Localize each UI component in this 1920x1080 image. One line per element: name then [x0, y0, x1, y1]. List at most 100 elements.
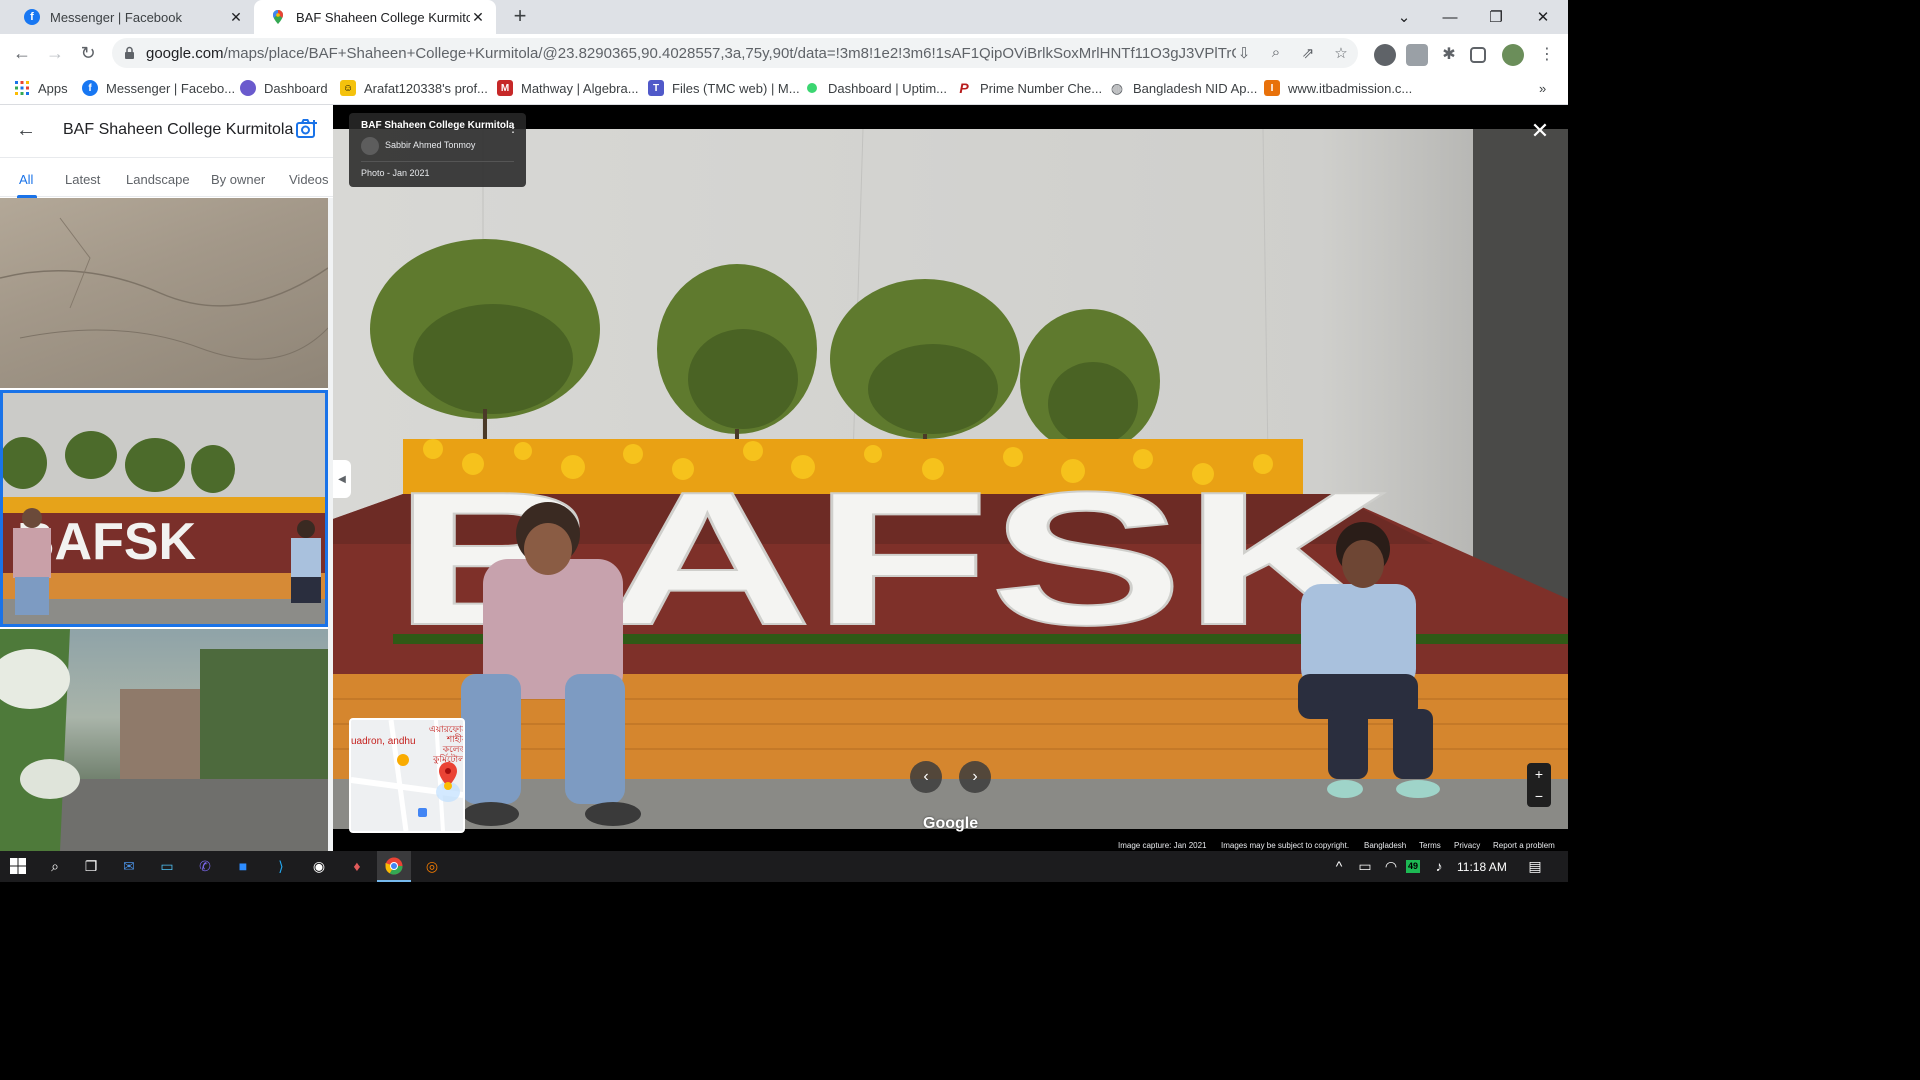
clock-time[interactable]: 11:18 AM [1457, 860, 1507, 874]
blender-icon[interactable]: ◎ [421, 855, 443, 877]
volume-icon[interactable]: ♪ [1428, 855, 1450, 877]
battery-icon[interactable]: ▭ [1354, 855, 1376, 877]
bookmark-uptime[interactable]: Dashboard | Uptim... [804, 78, 947, 98]
tab-search-icon[interactable]: ⌄ [1381, 0, 1427, 34]
bookmark-arafat[interactable]: ☺ Arafat120338's prof... [340, 78, 488, 98]
wifi-icon[interactable]: ◠ [1380, 855, 1402, 877]
bookmark-nid[interactable]: ◍ Bangladesh NID Ap... [1109, 78, 1257, 98]
close-tab-icon[interactable]: ✕ [228, 9, 244, 26]
itb-icon: I [1264, 80, 1280, 96]
facebook-icon: f [82, 80, 98, 96]
bookmarks-overflow-button[interactable]: » [1539, 78, 1546, 98]
windows-start-icon[interactable] [7, 855, 29, 877]
bookmark-apps[interactable]: Apps [14, 78, 68, 98]
lock-icon[interactable] [124, 46, 136, 60]
bookmark-star-icon[interactable]: ☆ [1331, 44, 1351, 64]
bookmark-dashboard[interactable]: Dashboard [240, 78, 328, 98]
report-problem-link[interactable]: Report a problem [1493, 841, 1555, 850]
maps-pin-icon [270, 9, 286, 25]
bookmark-mathway[interactable]: M Mathway | Algebra... [497, 78, 639, 98]
more-options-icon[interactable]: ⋮ [507, 121, 519, 137]
desktop-app-icon[interactable]: ▭ [156, 855, 178, 877]
vscode-icon[interactable]: ⟩ [270, 855, 292, 877]
tab-title: Messenger | Facebook [50, 9, 182, 25]
bookmark-label: Apps [38, 80, 68, 96]
photo-viewer: BAFSK BAF Shaheen College Kurmitola ⋮ Sa… [333, 105, 1568, 851]
notification-icon[interactable]: ▤ [1524, 855, 1546, 877]
tab-by-owner[interactable]: By owner [211, 172, 265, 187]
mail-app-icon[interactable]: ✉ [118, 855, 140, 877]
zoom-icon[interactable]: ⌕ [1266, 44, 1286, 64]
country-link[interactable]: Bangladesh [1364, 841, 1406, 850]
image-capture-text: Image capture: Jan 2021 [1118, 841, 1207, 850]
reload-icon[interactable]: ↻ [76, 41, 100, 65]
tab-videos[interactable]: Videos [289, 172, 329, 187]
bookmark-label: Mathway | Algebra... [521, 80, 639, 96]
show-hidden-icons-icon[interactable]: ^ [1328, 855, 1350, 877]
tab-latest[interactable]: Latest [65, 172, 100, 187]
zoom-out-button[interactable]: − [1527, 785, 1551, 807]
previous-photo-button[interactable]: ‹ [910, 761, 942, 793]
mini-map[interactable]: এয়ারফোর্স শাহীন কলেজ কুর্মিটোলা uadron,… [349, 718, 465, 833]
collapse-panel-button[interactable]: ◀ [333, 460, 351, 498]
search-icon[interactable]: ⌕ [44, 855, 66, 877]
url-path: /maps/place/BAF+Shaheen+College+Kurmitol… [223, 44, 1236, 62]
close-tab-icon[interactable]: ✕ [470, 9, 486, 26]
game-app-icon[interactable]: ♦ [346, 855, 368, 877]
back-icon[interactable]: ← [10, 41, 34, 65]
extension-incognito-icon[interactable] [1374, 44, 1396, 66]
back-arrow-icon[interactable]: ← [16, 119, 38, 141]
author-name[interactable]: Sabbir Ahmed Tonmoy [385, 140, 475, 150]
tab-all[interactable]: All [19, 172, 33, 187]
zoom-app-icon[interactable]: ■ [232, 855, 254, 877]
add-photo-icon[interactable] [296, 119, 318, 141]
address-bar[interactable]: google.com/maps/place/BAF+Shaheen+Colleg… [112, 38, 1358, 68]
photo-thumbnail[interactable] [0, 629, 328, 851]
bookmark-label: Dashboard [264, 80, 328, 96]
close-icon[interactable]: ✕ [1530, 120, 1550, 142]
photo-info-card: BAF Shaheen College Kurmitola ⋮ Sabbir A… [349, 113, 526, 187]
tab-messenger[interactable]: f Messenger | Facebook ✕ [8, 0, 254, 34]
photo-thumbnail-selected[interactable]: BAFSK [0, 390, 328, 627]
photo-thumbnail[interactable] [0, 198, 328, 388]
privacy-link[interactable]: Privacy [1454, 841, 1480, 850]
profile-avatar[interactable] [1502, 44, 1524, 66]
new-tab-button[interactable]: + [508, 5, 532, 29]
street-photo[interactable]: BAFSK [333, 129, 1568, 829]
viber-icon[interactable]: ✆ [194, 855, 216, 877]
close-window-button[interactable]: ✕ [1520, 0, 1566, 34]
tab-maps[interactable]: BAF Shaheen College Kurmitola - ✕ [254, 0, 496, 34]
side-panel-icon[interactable] [1470, 47, 1486, 63]
uptime-dot-icon [804, 80, 820, 96]
share-icon[interactable]: ⇗ [1298, 44, 1318, 64]
bookmark-messenger[interactable]: f Messenger | Facebo... [82, 78, 235, 98]
author-avatar[interactable] [361, 137, 379, 155]
forward-icon[interactable]: → [43, 41, 67, 65]
extension-avatar-icon[interactable] [1406, 44, 1428, 66]
obs-icon[interactable]: ◉ [308, 855, 330, 877]
divider [361, 161, 514, 162]
tab-title: BAF Shaheen College Kurmitola - [296, 9, 470, 25]
menu-kebab-icon[interactable]: ⋮ [1536, 44, 1558, 66]
next-photo-button[interactable]: › [959, 761, 991, 793]
extensions-puzzle-icon[interactable]: ✱ [1438, 44, 1460, 66]
apps-grid-icon [14, 80, 30, 96]
restore-button[interactable]: ❐ [1473, 0, 1519, 34]
copyright-text: Images may be subject to copyright. [1221, 841, 1350, 850]
place-name[interactable]: BAF Shaheen College Kurmitola [361, 120, 514, 131]
bookmark-label: www.itbadmission.c... [1288, 80, 1413, 96]
bookmark-files[interactable]: T Files (TMC web) | M... [648, 78, 800, 98]
bookmark-prime[interactable]: P Prime Number Che... [956, 78, 1102, 98]
minimize-button[interactable]: — [1427, 0, 1473, 34]
bookmark-itb[interactable]: I www.itbadmission.c... [1264, 78, 1412, 98]
zoom-in-button[interactable]: + [1527, 763, 1551, 785]
chrome-icon[interactable] [383, 855, 405, 877]
google-logo: Google [923, 815, 979, 832]
install-icon[interactable]: ⇩ [1234, 44, 1254, 64]
url-host: google.com [146, 44, 224, 62]
terms-link[interactable]: Terms [1419, 841, 1441, 850]
task-view-icon[interactable]: ❐ [80, 855, 102, 877]
panel-title: BAF Shaheen College Kurmitola [63, 121, 294, 138]
tab-landscape[interactable]: Landscape [126, 172, 190, 187]
bookmark-label: Files (TMC web) | M... [672, 80, 800, 96]
